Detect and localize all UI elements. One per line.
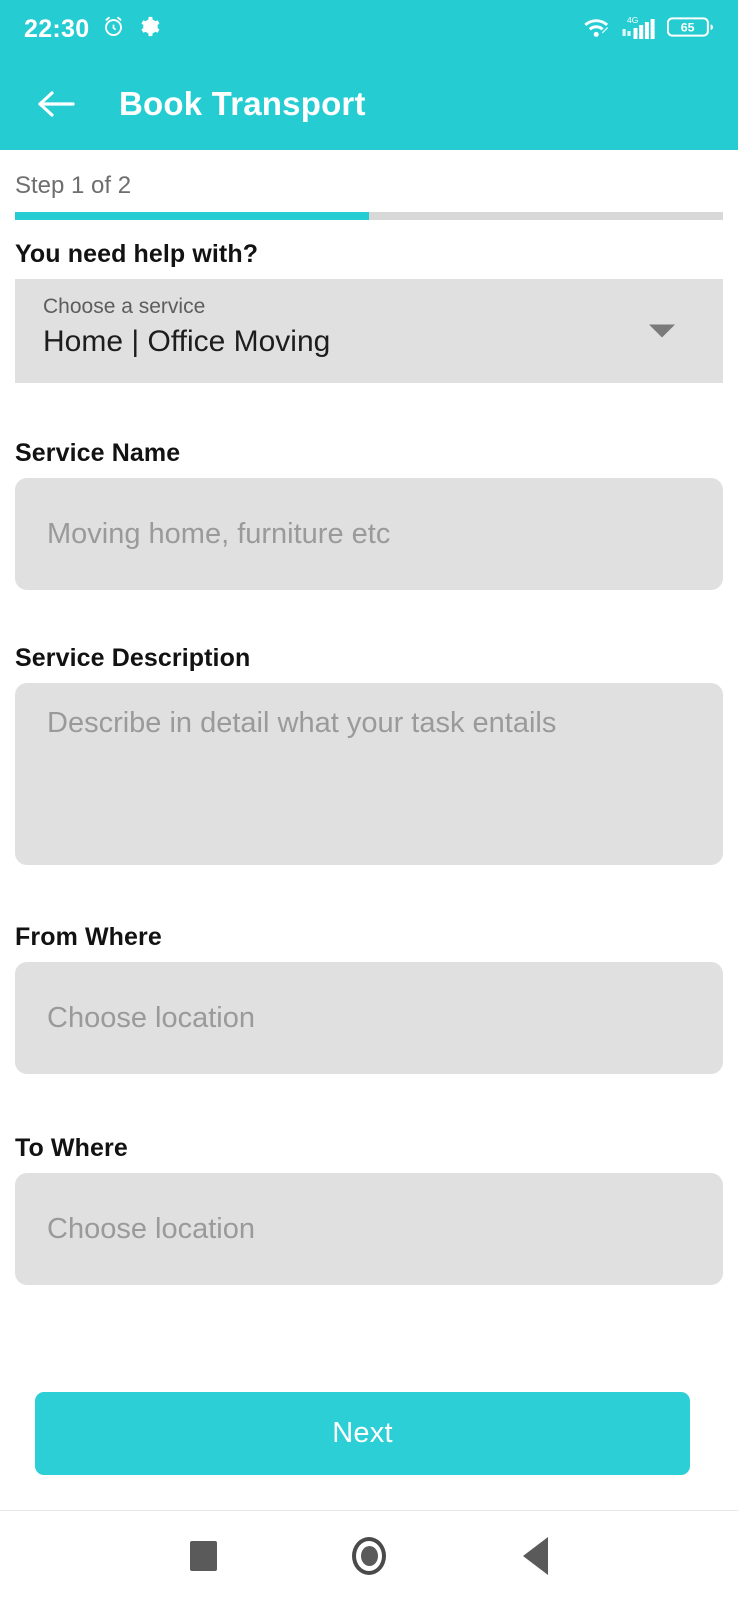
back-arrow-icon[interactable] (30, 78, 82, 130)
service-name-label: Service Name (15, 439, 181, 467)
circle-home-icon[interactable] (334, 1521, 404, 1591)
triangle-back-icon[interactable] (500, 1521, 570, 1591)
alarm-clock-icon (101, 14, 126, 44)
to-where-label: To Where (15, 1134, 128, 1162)
title-row: Book Transport (0, 58, 738, 150)
gear-icon (138, 15, 161, 43)
service-select-float-label: Choose a service (43, 295, 206, 318)
to-where-input[interactable]: Choose location (15, 1173, 723, 1285)
next-button-label: Next (332, 1417, 393, 1449)
booking-form: You need help with? Choose a service Hom… (0, 240, 738, 1285)
page-title: Book Transport (119, 85, 366, 122)
app-header: 22:30 4G 65 Book Transport (0, 0, 738, 150)
status-bar-left: 22:30 (24, 14, 161, 44)
service-description-group: Service Description Describe in detail w… (0, 644, 738, 865)
from-where-input[interactable]: Choose location (15, 962, 723, 1074)
progress-bar-fill (15, 212, 369, 220)
step-indicator-label: Step 1 of 2 (15, 172, 132, 199)
service-select[interactable]: Choose a service Home | Office Moving (15, 279, 723, 383)
to-where-group: To Where Choose location (0, 1134, 738, 1285)
chevron-down-icon[interactable] (649, 324, 675, 338)
service-name-input[interactable]: Moving home, furniture etc (15, 478, 723, 590)
service-name-group: Service Name Moving home, furniture etc (0, 439, 738, 590)
battery-icon: 65 (666, 15, 714, 44)
wifi-icon (583, 15, 611, 44)
progress-bar-track (15, 212, 723, 220)
status-bar: 22:30 4G 65 (0, 0, 738, 58)
to-where-placeholder: Choose location (47, 1212, 255, 1245)
service-description-input[interactable]: Describe in detail what your task entail… (15, 683, 723, 865)
status-time: 22:30 (24, 14, 90, 43)
signal-bars-icon: 4G (622, 14, 656, 45)
battery-level-label: 65 (681, 20, 695, 34)
service-select-value: Home | Office Moving (43, 325, 331, 359)
service-name-placeholder: Moving home, furniture etc (47, 517, 391, 550)
service-description-label: Service Description (15, 644, 251, 672)
status-bar-right: 4G 65 (583, 14, 714, 45)
from-where-group: From Where Choose location (0, 923, 738, 1074)
app-screen: 22:30 4G 65 Book Transport Step 1 of 2 Y… (0, 0, 738, 1600)
from-where-label: From Where (15, 923, 162, 951)
network-type-label: 4G (627, 15, 638, 25)
square-recents-icon[interactable] (168, 1521, 238, 1591)
service-description-placeholder: Describe in detail what your task entail… (47, 707, 557, 739)
from-where-placeholder: Choose location (47, 1001, 255, 1034)
service-label: You need help with? (15, 240, 259, 268)
service-group: You need help with? Choose a service Hom… (0, 240, 738, 383)
next-button[interactable]: Next (35, 1392, 690, 1475)
android-nav-bar (0, 1510, 738, 1600)
